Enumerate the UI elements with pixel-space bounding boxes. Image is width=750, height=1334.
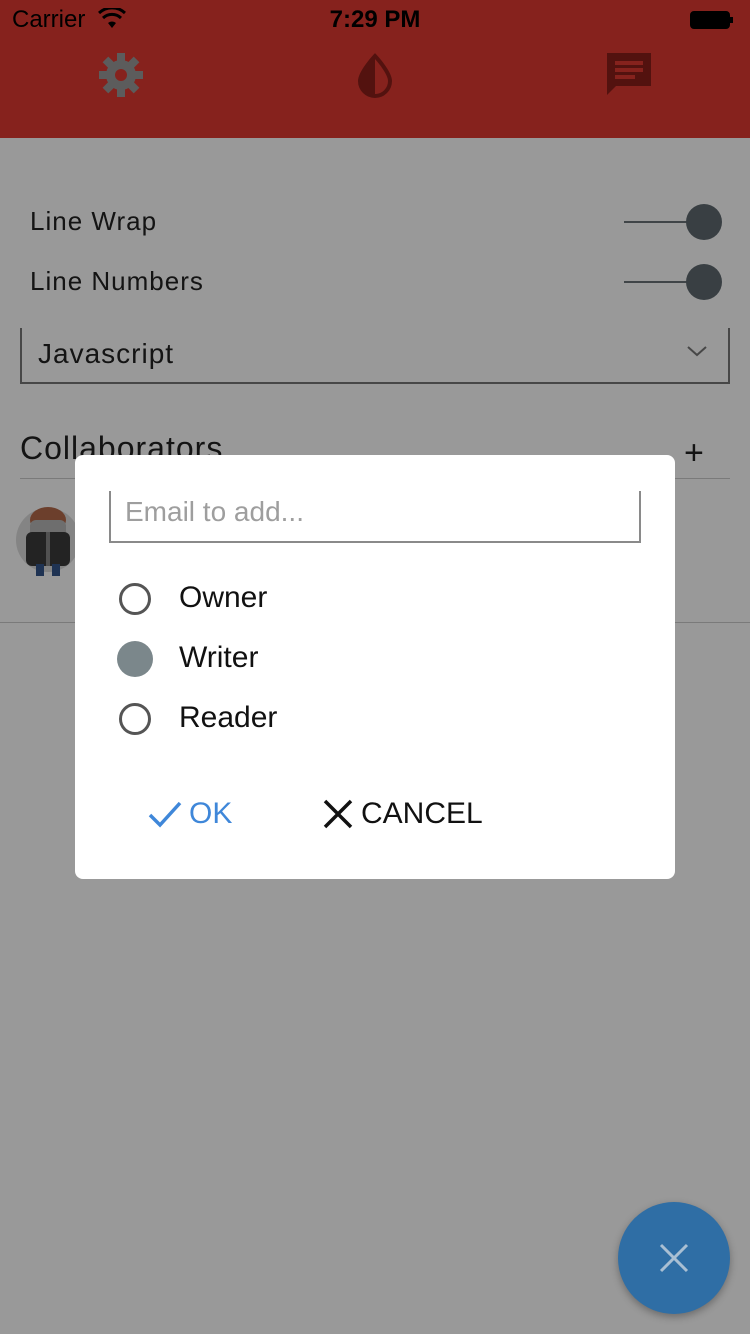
email-input[interactable] xyxy=(109,491,641,543)
close-icon xyxy=(323,799,353,829)
ok-label: OK xyxy=(189,797,233,830)
role-option-reader[interactable]: Reader xyxy=(117,699,517,743)
role-label: Reader xyxy=(179,701,278,734)
close-icon xyxy=(659,1243,689,1273)
role-option-owner[interactable]: Owner xyxy=(117,579,517,623)
close-fab-button[interactable] xyxy=(618,1202,730,1314)
check-icon xyxy=(148,801,182,828)
add-collaborator-dialog: Owner Writer Reader OK CANCEL xyxy=(75,455,675,879)
role-option-writer[interactable]: Writer xyxy=(117,639,517,683)
cancel-label: CANCEL xyxy=(361,797,483,830)
radio-button[interactable] xyxy=(119,703,151,735)
role-label: Writer xyxy=(179,641,259,674)
radio-button[interactable] xyxy=(119,583,151,615)
role-label: Owner xyxy=(179,581,268,614)
cancel-button[interactable]: CANCEL xyxy=(321,791,483,837)
ok-button[interactable]: OK xyxy=(147,791,232,837)
radio-button[interactable] xyxy=(117,641,153,677)
